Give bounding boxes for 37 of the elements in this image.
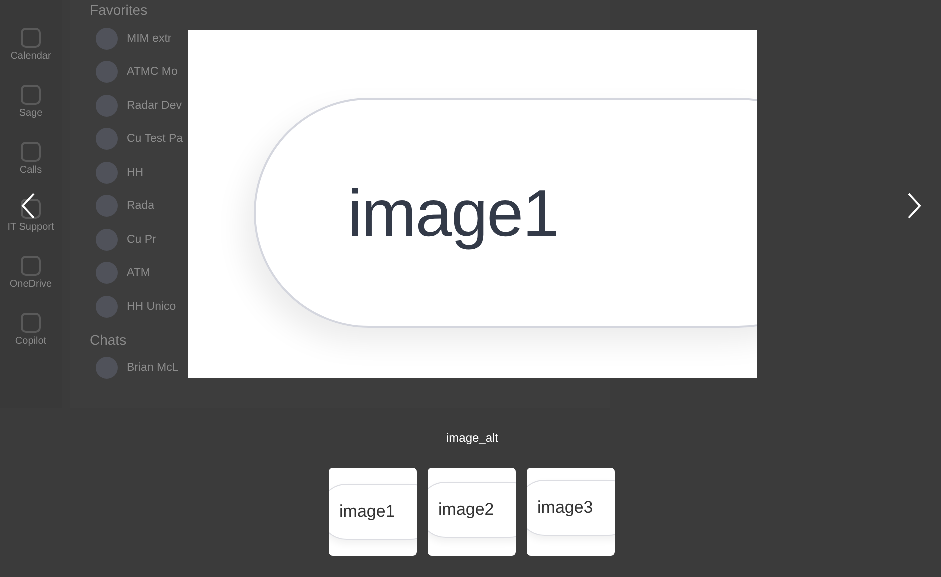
section-heading[interactable]: Chats <box>90 330 127 352</box>
channel-name[interactable]: Cu Test Pa <box>127 133 184 146</box>
app-label: Calls <box>20 165 42 176</box>
image-caption: image_alt <box>446 431 499 445</box>
avatar-icon <box>96 357 118 380</box>
image-thumbnail[interactable]: image3 <box>526 468 614 556</box>
thumbnail-label: image2 <box>438 500 494 520</box>
thumbnail-label: image1 <box>340 502 396 522</box>
image-thumbnail[interactable]: image2 <box>428 468 516 556</box>
channel-name[interactable]: Rada <box>127 200 154 212</box>
app-label: Calendar <box>10 51 52 62</box>
channel-name[interactable]: MIM extr <box>127 32 172 45</box>
app-label: IT Support <box>8 222 54 233</box>
channel-icon <box>96 262 118 284</box>
channel-icon <box>96 162 118 184</box>
channel-icon <box>96 28 118 50</box>
section-heading[interactable]: Favorites <box>90 0 148 22</box>
chat-name[interactable]: Brian McL <box>127 362 179 374</box>
channel-icon <box>96 296 118 318</box>
app-label: OneDrive <box>10 279 52 290</box>
channel-icon <box>96 195 118 218</box>
channel-name[interactable]: Radar Dev <box>127 100 182 112</box>
channel-name[interactable]: Cu Pr <box>127 234 156 246</box>
channel-name[interactable]: ATMC Mo <box>127 66 178 78</box>
app-icon[interactable] <box>20 199 41 219</box>
image-thumbnail[interactable]: image1 <box>328 468 416 556</box>
channel-name[interactable]: HH <box>127 166 144 179</box>
channel-icon <box>96 128 118 150</box>
channel-icon <box>96 228 118 251</box>
channel-icon <box>96 61 118 84</box>
channel-name[interactable]: HH Unico <box>127 300 176 313</box>
app-label: Copilot <box>15 336 47 347</box>
channel-icon <box>96 94 118 117</box>
channel-name[interactable]: ATM <box>127 267 150 280</box>
app-label: Sage <box>19 108 43 119</box>
image-label: image1 <box>348 175 558 251</box>
thumbnail-label: image3 <box>538 498 594 518</box>
